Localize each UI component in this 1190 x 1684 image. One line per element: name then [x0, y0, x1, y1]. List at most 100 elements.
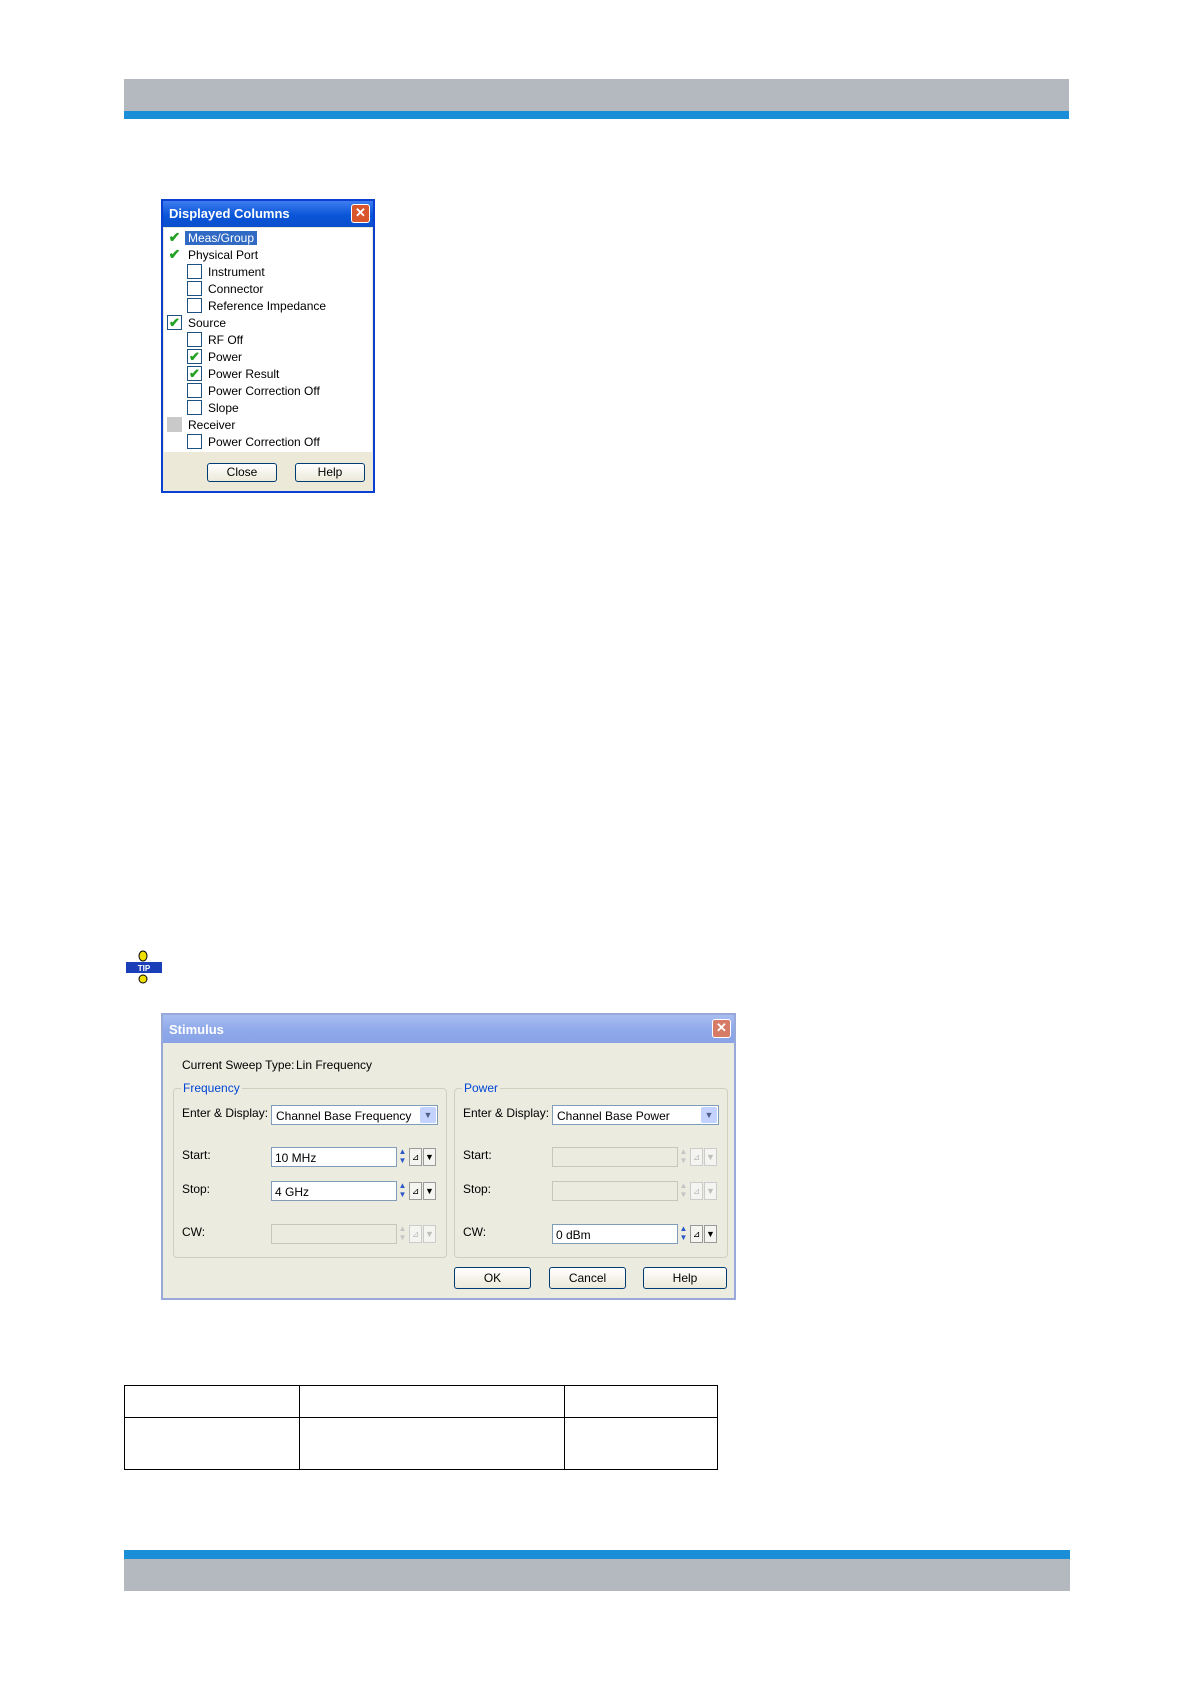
input-value: 4 GHz	[275, 1185, 310, 1199]
spin-arrows-icon[interactable]: ▲ ▼	[398, 1181, 407, 1201]
sweep-type-label: Current Sweep Type:	[182, 1058, 295, 1072]
power-group-label: Power	[462, 1081, 501, 1095]
displayed-columns-dialog: Displayed Columns ✕ ✔ Meas/Group ✔ Physi…	[161, 199, 375, 493]
tree-item-label: Physical Port	[188, 247, 259, 262]
dialog-titlebar[interactable]: Stimulus ✕	[163, 1015, 734, 1043]
step-size-icon[interactable]: ⊿	[409, 1182, 422, 1200]
tree-item-connector[interactable]: ✔ Connector	[187, 280, 263, 297]
step-size-icon[interactable]: ⊿	[409, 1148, 422, 1166]
power-stop-input[interactable]	[552, 1181, 678, 1201]
tip-icon: TIP	[126, 950, 162, 984]
checkbox[interactable]: ✔	[187, 434, 202, 449]
tree-item-power-result[interactable]: ✔ Power Result	[187, 365, 279, 382]
help-button[interactable]: Help	[643, 1267, 727, 1289]
spin-arrows-icon[interactable]: ▲ ▼	[679, 1224, 688, 1244]
chevron-down-icon[interactable]: ▼	[701, 1107, 717, 1123]
ok-button[interactable]: OK	[454, 1267, 531, 1289]
tree-item-label: Power Correction Off	[208, 434, 320, 449]
tree-item-reference-impedance[interactable]: ✔ Reference Impedance	[187, 297, 326, 314]
dropdown-icon: ▼	[423, 1225, 436, 1243]
tree-item-label: Instrument	[208, 264, 265, 279]
freq-start-input[interactable]: 10 MHz	[271, 1147, 397, 1167]
tip-icon-text: TIP	[138, 964, 151, 973]
checkbox[interactable]: ✔	[187, 298, 202, 313]
checkbox-checked[interactable]: ✔	[187, 349, 202, 364]
power-cw-label: CW:	[463, 1225, 487, 1239]
sweep-type-value: Lin Frequency	[296, 1058, 373, 1072]
table-cell	[124, 1417, 300, 1470]
step-size-icon[interactable]: ⊿	[690, 1225, 703, 1243]
tree-item-slope[interactable]: ✔ Slope	[187, 399, 239, 416]
select-value: Channel Base Frequency	[276, 1109, 412, 1123]
tree-item-instrument[interactable]: ✔ Instrument	[187, 263, 265, 280]
close-icon[interactable]: ✕	[712, 1019, 731, 1038]
freq-enter-display-label: Enter & Display:	[182, 1106, 269, 1120]
cancel-button[interactable]: Cancel	[549, 1267, 626, 1289]
page-footer-bar	[124, 1559, 1070, 1591]
checkbox-checked[interactable]: ✔	[167, 315, 182, 330]
tree-item-power[interactable]: ✔ Power	[187, 348, 242, 365]
tree-item-rf-off[interactable]: ✔ RF Off	[187, 331, 243, 348]
step-size-icon: ⊿	[690, 1148, 703, 1166]
dialog-titlebar[interactable]: Displayed Columns ✕	[163, 201, 373, 227]
tree-item-label: RF Off	[208, 332, 244, 347]
dropdown-icon[interactable]: ▼	[704, 1225, 717, 1243]
power-start-input[interactable]	[552, 1147, 678, 1167]
power-start-label: Start:	[463, 1148, 492, 1162]
step-size-icon: ⊿	[690, 1182, 703, 1200]
page-header-bar	[124, 79, 1069, 111]
help-button[interactable]: Help	[295, 463, 365, 482]
spin-arrows-icon: ▲ ▼	[398, 1224, 407, 1242]
checkbox-checked[interactable]: ✔	[187, 366, 202, 381]
tree-item-label: Source	[188, 315, 227, 330]
freq-cw-input[interactable]	[271, 1224, 397, 1244]
table-cell	[299, 1417, 565, 1470]
tree-item-label: Slope	[208, 400, 239, 415]
table-cell	[564, 1385, 718, 1418]
tree-item-label: Reference Impedance	[208, 298, 327, 313]
spin-arrows-icon[interactable]: ▲ ▼	[398, 1147, 407, 1167]
spin-arrows-icon: ▲ ▼	[679, 1147, 688, 1165]
tree-item-label: Connector	[208, 281, 264, 296]
checkbox-indeterminate[interactable]: ✔	[167, 417, 182, 432]
table-cell	[299, 1385, 565, 1418]
step-size-icon: ⊿	[409, 1225, 422, 1243]
tree-item-receiver-power-correction-off[interactable]: ✔ Power Correction Off	[187, 433, 320, 450]
dropdown-icon[interactable]: ▼	[423, 1182, 436, 1200]
power-enter-display-select[interactable]: Channel Base Power ▼	[552, 1105, 719, 1125]
dropdown-icon: ▼	[704, 1182, 717, 1200]
freq-stop-input[interactable]: 4 GHz	[271, 1181, 397, 1201]
checkbox[interactable]: ✔	[187, 332, 202, 347]
table-row	[124, 1417, 718, 1470]
dropdown-icon[interactable]: ▼	[423, 1148, 436, 1166]
chevron-down-icon[interactable]: ▼	[420, 1107, 436, 1123]
tree-item-physical-port[interactable]: ✔ Physical Port	[167, 246, 258, 263]
page-header-rule	[124, 111, 1069, 119]
tree-item-power-correction-off[interactable]: ✔ Power Correction Off	[187, 382, 320, 399]
tree-item-meas-group[interactable]: ✔ Meas/Group	[167, 229, 258, 246]
check-icon: ✔	[168, 246, 181, 262]
close-button[interactable]: Close	[207, 463, 277, 482]
table-header-row	[124, 1385, 718, 1418]
checkbox[interactable]: ✔	[187, 281, 202, 296]
columns-tree: ✔ Meas/Group ✔ Physical Port ✔ Instrumen…	[164, 228, 372, 452]
stimulus-dialog: Stimulus ✕ Current Sweep Type: Lin Frequ…	[161, 1013, 736, 1300]
tree-item-label: Receiver	[188, 417, 236, 432]
dialog-title: Stimulus	[169, 1022, 224, 1037]
checkbox[interactable]: ✔	[187, 264, 202, 279]
power-enter-display-label: Enter & Display:	[463, 1106, 550, 1120]
close-icon[interactable]: ✕	[351, 204, 370, 223]
checkbox[interactable]: ✔	[187, 383, 202, 398]
freq-stop-label: Stop:	[182, 1182, 211, 1196]
tree-item-receiver[interactable]: ✔ Receiver	[167, 416, 235, 433]
tree-item-label: Power Correction Off	[208, 383, 320, 398]
table-cell	[124, 1385, 300, 1418]
page-footer-rule	[124, 1550, 1070, 1559]
freq-enter-display-select[interactable]: Channel Base Frequency ▼	[271, 1105, 438, 1125]
power-cw-input[interactable]: 0 dBm	[552, 1224, 678, 1244]
select-value: Channel Base Power	[557, 1109, 670, 1123]
checkbox[interactable]: ✔	[187, 400, 202, 415]
tree-item-source[interactable]: ✔ Source	[167, 314, 226, 331]
input-value: 0 dBm	[556, 1228, 591, 1242]
freq-cw-label: CW:	[182, 1225, 206, 1239]
